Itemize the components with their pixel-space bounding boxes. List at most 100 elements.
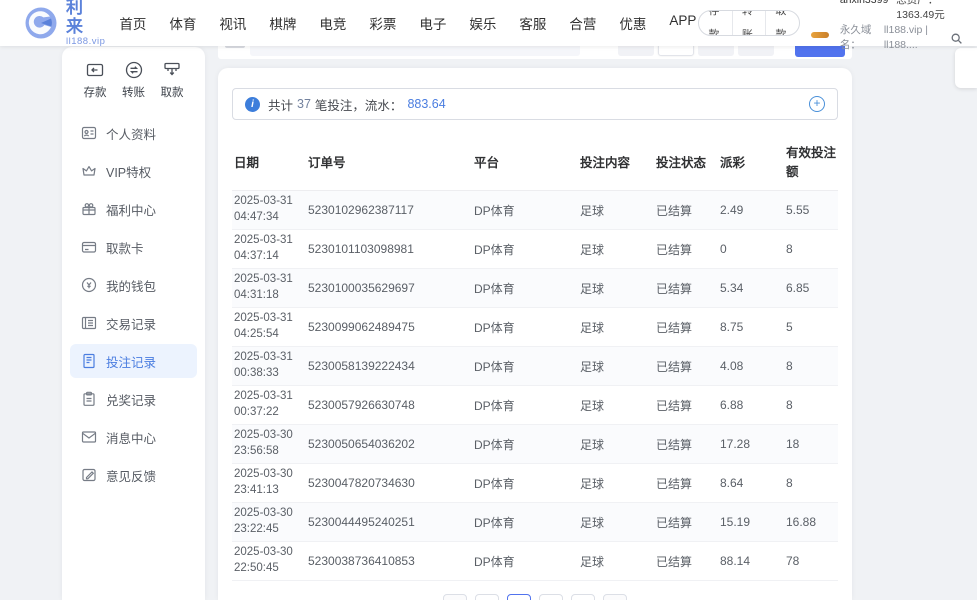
nav-item[interactable]: 彩票 [367, 9, 398, 37]
bet-records-table: 日期 订单号 平台 投注内容 投注状态 派彩 有效投注额 2025-03-31 … [232, 134, 838, 581]
user-block[interactable]: anxin3399 总资产： 1363.49元 永久域名： ll188.vip |… [809, 0, 963, 53]
summary-count: 37 [297, 97, 311, 111]
cell-platform: DP体育 [472, 424, 578, 464]
nav-item[interactable]: APP [667, 9, 698, 37]
cell-payout: 15.19 [718, 502, 784, 542]
cell-content: 足球 [578, 502, 654, 542]
page-button-2[interactable]: 2 [507, 594, 531, 600]
deposit-icon [78, 60, 112, 80]
sidebar-item-bank-card[interactable]: 取款卡 [70, 230, 197, 264]
sidebar-item-welfare[interactable]: 福利中心 [70, 192, 197, 226]
vip-badge [809, 31, 830, 39]
sidebar-item-messages[interactable]: 消息中心 [70, 420, 197, 454]
next-page-button[interactable]: › [603, 594, 627, 600]
page-button-3[interactable]: 3 [539, 594, 563, 600]
quick-action-deposit[interactable]: 存款 [78, 60, 112, 100]
table-row: 2025-03-30 23:22:45 5230044495240251 DP体… [232, 502, 838, 542]
top-navbar: 利 来 ll188.vip 首页 体育 视讯 棋牌 电竞 彩票 电子 娱乐 客服 合营 优惠 APP … [0, 0, 977, 51]
nav-item[interactable]: 娱乐 [467, 9, 498, 37]
prize-records-icon [81, 391, 97, 407]
nav-item[interactable]: 电竞 [317, 9, 348, 37]
col-platform: 平台 [472, 134, 578, 191]
cell-date: 2025-03-31 00:38:33 [234, 351, 293, 379]
table-row: 2025-03-30 23:56:58 5230050654036202 DP体… [232, 424, 838, 464]
nav-item[interactable]: 体育 [167, 9, 198, 37]
sidebar-item-label: 我的钱包 [106, 279, 157, 294]
quick-action-transfer[interactable]: 转账 [117, 60, 151, 100]
cell-date: 2025-03-31 04:31:18 [234, 273, 293, 301]
sidebar-item-label: 个人资料 [106, 127, 157, 142]
gift-icon [81, 201, 97, 217]
cell-payout: 88.14 [718, 541, 784, 581]
nav-item[interactable]: 视讯 [217, 9, 248, 37]
brand-logo[interactable]: 利 来 ll188.vip [24, 0, 105, 47]
sidebar-item-transactions[interactable]: 交易记录 [70, 306, 197, 340]
cell-order: 5230047820734630 [306, 463, 472, 503]
sidebar-item-wallet[interactable]: 我的钱包 [70, 268, 197, 302]
cell-status: 已结算 [654, 229, 718, 269]
search-icon[interactable] [950, 32, 963, 45]
withdraw-icon [155, 60, 189, 80]
cell-content: 足球 [578, 541, 654, 581]
cell-valid: 16.88 [784, 502, 838, 542]
avatar[interactable] [809, 10, 833, 39]
sidebar-item-label: 福利中心 [106, 203, 157, 218]
nav-item[interactable]: 合营 [567, 9, 598, 37]
nav-item[interactable]: 棋牌 [267, 9, 298, 37]
cell-order: 5230100035629697 [306, 268, 472, 308]
cell-status: 已结算 [654, 385, 718, 425]
wallet-action-button[interactable]: 取款 [765, 11, 798, 35]
cell-valid: 18 [784, 424, 838, 464]
table-row: 2025-03-31 04:25:54 5230099062489475 DP体… [232, 307, 838, 347]
assets-value: 1363.49元 [896, 8, 945, 21]
sidebar-item-profile[interactable]: 个人资料 [70, 116, 197, 150]
cell-order: 5230050654036202 [306, 424, 472, 464]
cell-platform: DP体育 [472, 307, 578, 347]
quick-action-withdraw[interactable]: 取款 [155, 60, 189, 100]
nav-item[interactable]: 优惠 [617, 9, 648, 37]
sidebar-item-prize-records[interactable]: 兑奖记录 [70, 382, 197, 416]
cell-valid: 8 [784, 229, 838, 269]
floating-widget[interactable] [955, 48, 977, 88]
cell-valid: 78 [784, 541, 838, 581]
cell-order: 5230058139222434 [306, 346, 472, 386]
page-button-4[interactable]: 4 [571, 594, 595, 600]
cell-content: 足球 [578, 268, 654, 308]
cell-status: 已结算 [654, 463, 718, 503]
cell-valid: 8 [784, 346, 838, 386]
sidebar-item-label: 兑奖记录 [106, 393, 157, 408]
prev-page-button[interactable]: ‹ [443, 594, 467, 600]
sidebar-quick-actions: 存款 转账 取款 [62, 47, 205, 108]
cell-payout: 2.49 [718, 190, 784, 230]
page-button-1[interactable]: 1 [475, 594, 499, 600]
brand-title: 利 来 [66, 0, 88, 36]
sidebar-item-bet-records[interactable]: 投注记录 [70, 344, 197, 378]
cell-platform: DP体育 [472, 229, 578, 269]
cell-date: 2025-03-30 23:56:58 [234, 429, 293, 457]
sidebar-item-vip[interactable]: VIP特权 [70, 154, 197, 188]
domain-label: 永久域名： [839, 24, 872, 52]
cell-order: 5230102962387117 [306, 190, 472, 230]
cell-date: 2025-03-31 04:47:34 [234, 195, 293, 223]
summary-amount: 883.64 [407, 97, 446, 111]
cell-date: 2025-03-30 23:41:13 [234, 468, 293, 496]
table-row: 2025-03-31 00:38:33 5230058139222434 DP体… [232, 346, 838, 386]
nav-item[interactable]: 电子 [417, 9, 448, 37]
cell-content: 足球 [578, 190, 654, 230]
cell-valid: 6.85 [784, 268, 838, 308]
feedback-icon [81, 467, 97, 483]
wallet-action-button[interactable]: 存款 [699, 11, 731, 35]
plus-circle-icon[interactable]: + [809, 96, 825, 112]
wallet-action-button[interactable]: 转账 [731, 11, 765, 35]
cell-payout: 6.88 [718, 385, 784, 425]
cell-valid: 5 [784, 307, 838, 347]
sidebar-item-label: 消息中心 [106, 431, 157, 446]
cell-status: 已结算 [654, 541, 718, 581]
sidebar-item-feedback[interactable]: 意见反馈 [70, 458, 197, 492]
table-row: 2025-03-31 00:37:22 5230057926630748 DP体… [232, 385, 838, 425]
info-icon: i [245, 96, 260, 112]
cell-date: 2025-03-31 04:37:14 [234, 234, 293, 262]
nav-item[interactable]: 客服 [517, 9, 548, 37]
cell-order: 5230057926630748 [306, 385, 472, 425]
nav-item[interactable]: 首页 [117, 9, 148, 37]
